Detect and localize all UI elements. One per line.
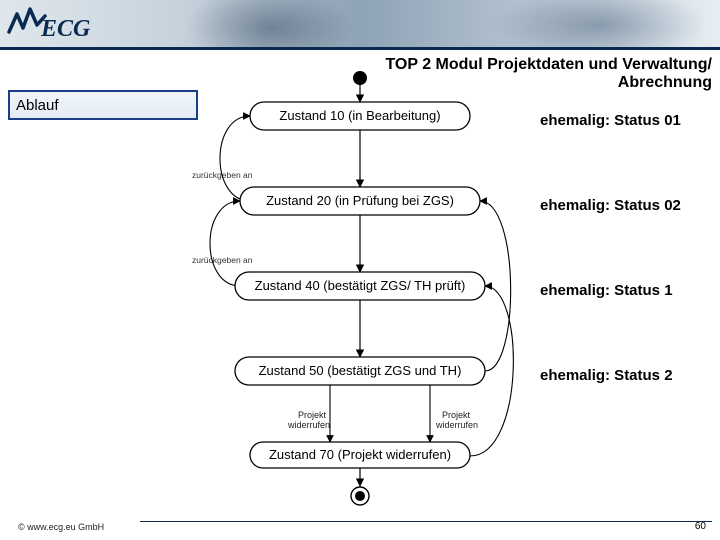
banner-hairline [0,47,720,50]
state-20-text: Zustand 20 (in Prüfung bei ZGS) [266,193,454,208]
label-revoke-left-2: widerrufen [287,420,330,430]
state-diagram: Zustand 10 (in Bearbeitung) Zustand 20 (… [180,68,540,508]
ecg-logo-svg: ECG [6,3,116,47]
status-label-01: ehemalig: Status 01 [540,112,710,129]
label-revoke-right-1: Projekt [442,410,471,420]
title-line-2: Abrechnung [618,74,712,91]
state-40-text: Zustand 40 (bestätigt ZGS/ TH prüft) [255,278,466,293]
footer-copyright: © www.ecg.eu GmbH [18,522,104,532]
svg-text:ECG: ECG [40,16,91,42]
status-label-1: ehemalig: Status 1 [540,282,710,299]
state-70-text: Zustand 70 (Projekt widerrufen) [269,447,451,462]
brand-logo: ECG [6,0,126,50]
state-50-text: Zustand 50 (bestätigt ZGS und TH) [259,363,462,378]
status-label-02: ehemalig: Status 02 [540,197,710,214]
footer-page-number: 60 [695,521,706,532]
label-revoke-left-1: Projekt [298,410,327,420]
state-10-text: Zustand 10 (in Bearbeitung) [279,108,440,123]
status-label-2: ehemalig: Status 2 [540,367,710,384]
header-banner: ECG [0,0,720,50]
section-label-text: Ablauf [16,97,59,114]
footer-divider [140,521,712,522]
section-label-ablauf: Ablauf [8,90,198,120]
label-revoke-right-2: widerrufen [435,420,478,430]
